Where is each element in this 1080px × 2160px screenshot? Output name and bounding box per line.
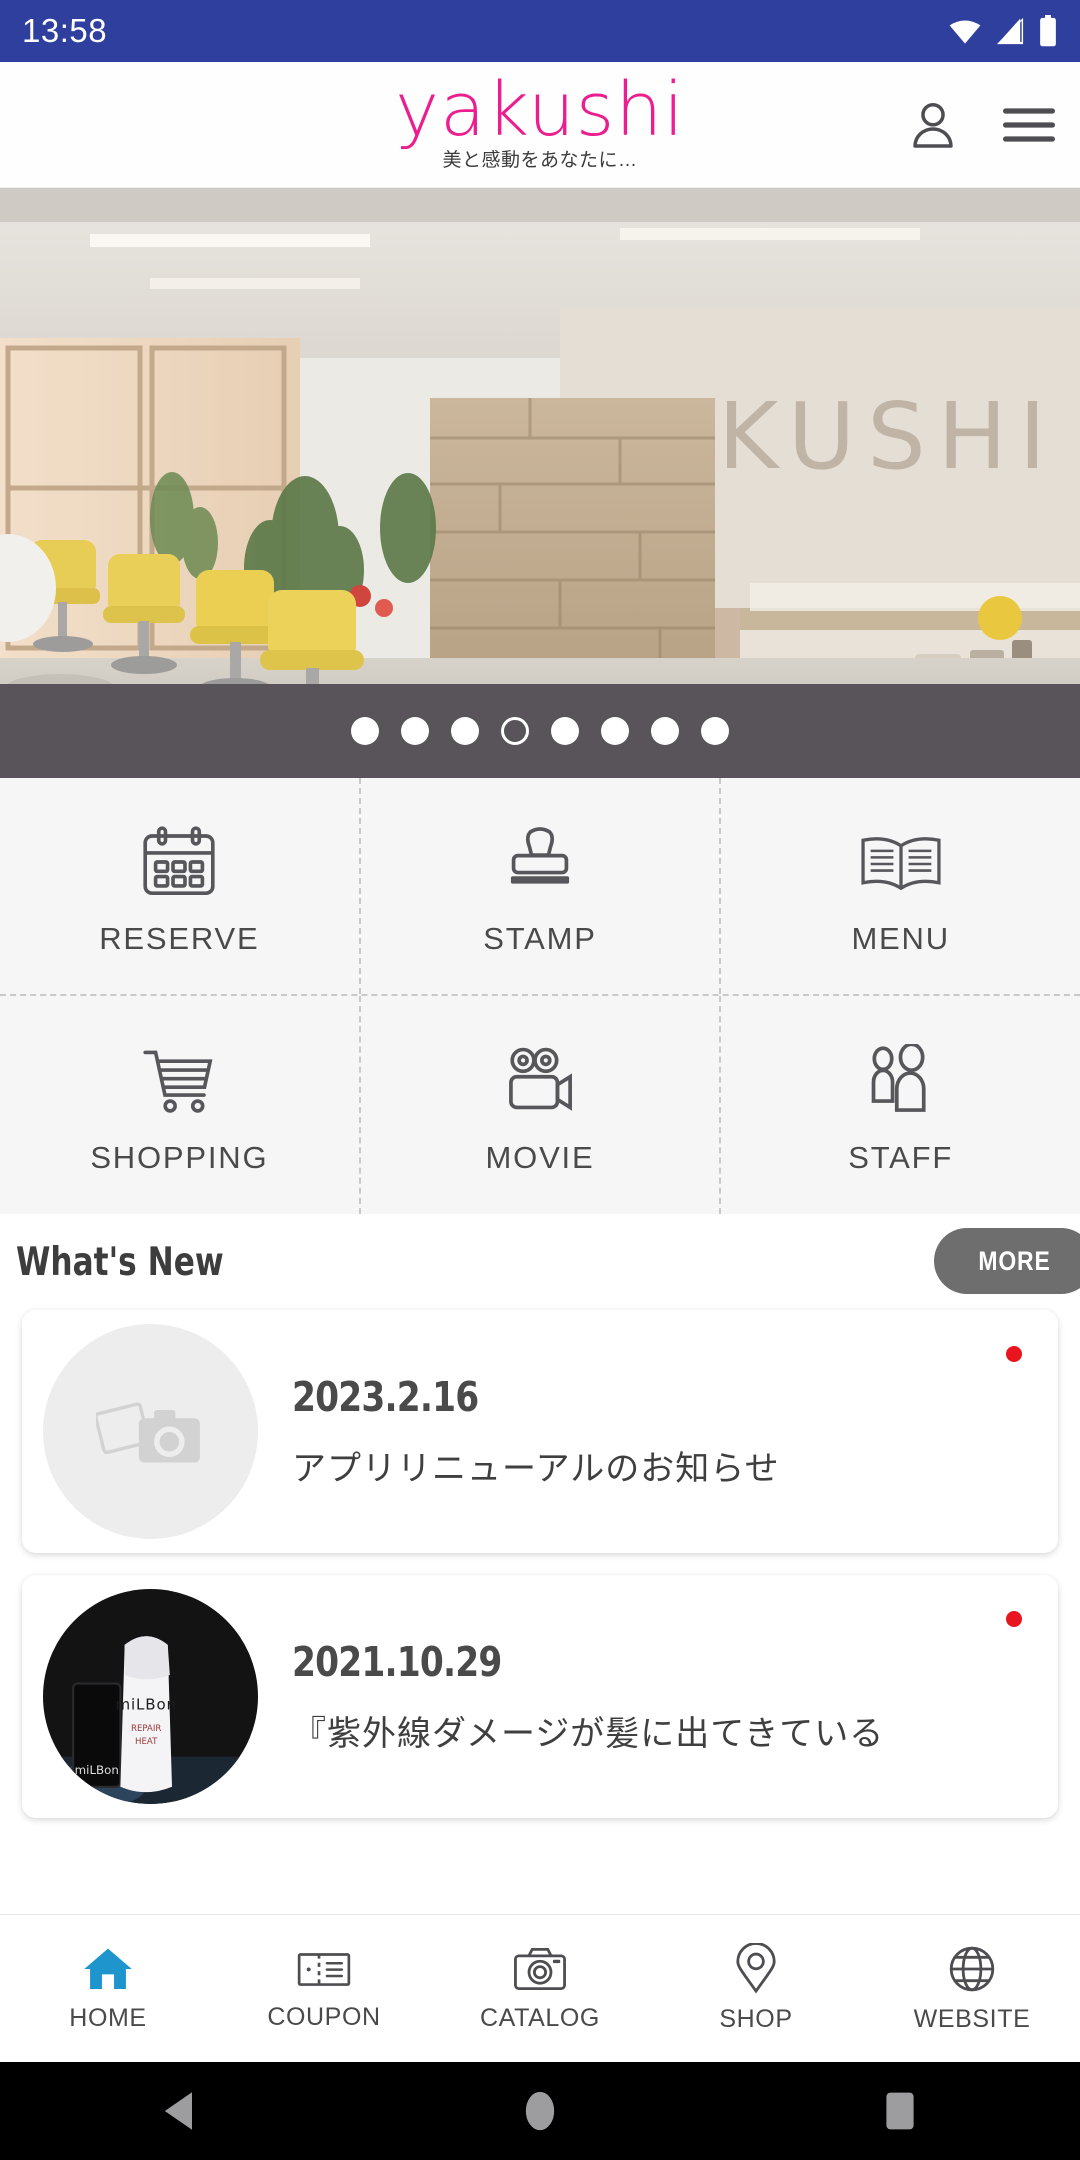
quick-menu-staff[interactable]: STAFF — [719, 996, 1080, 1214]
quick-menu-row-2: SHOPPING MOVIE — [0, 996, 1080, 1214]
camera-icon — [512, 1944, 568, 1994]
location-pin-icon — [731, 1943, 781, 1995]
unread-badge — [1006, 1611, 1022, 1627]
calendar-icon — [140, 815, 218, 899]
carousel-dot[interactable] — [551, 717, 579, 745]
quick-menu-menu[interactable]: MENU — [719, 778, 1080, 994]
news-title: アプリリニューアルのお知らせ — [292, 1441, 998, 1490]
news-title: 『紫外線ダメージが髪に出てきている — [292, 1706, 998, 1755]
svg-text:miLBon: miLBon — [75, 1763, 119, 1777]
nav-item-catalog[interactable]: CATALOG — [432, 1944, 648, 2033]
carousel-dot[interactable] — [701, 717, 729, 745]
movie-camera-icon — [500, 1034, 580, 1118]
nav-label: CATALOG — [480, 2004, 600, 2033]
quick-menu-row-1: RESERVE STAMP — [0, 778, 1080, 996]
signal-icon — [994, 16, 1026, 46]
stamp-icon — [503, 815, 577, 899]
hero-carousel[interactable]: YAKUSHI — [0, 188, 1080, 778]
news-date: 2021.10.29 — [292, 1638, 885, 1686]
globe-icon — [945, 1943, 999, 1995]
logo-wordmark: yakushi — [395, 75, 685, 146]
quick-menu-label: STAMP — [483, 921, 597, 957]
status-clock: 13:58 — [22, 12, 107, 50]
whats-new-header: What's New MORE — [0, 1214, 1080, 1310]
back-button[interactable] — [120, 2062, 240, 2160]
carousel-dots[interactable] — [0, 684, 1080, 778]
app-header: yakushi 美と感動をあなたに… — [0, 62, 1080, 188]
circle-icon — [522, 2088, 558, 2134]
header-actions — [902, 62, 1060, 187]
news-list: 2023.2.16 アプリリニューアルのお知らせ miLBon miLBon R… — [0, 1310, 1080, 1818]
milbon-product-photo: miLBon miLBon REPAIR HEAT — [43, 1589, 258, 1804]
open-book-icon — [858, 815, 944, 899]
quick-menu-label: STAFF — [848, 1140, 953, 1176]
svg-text:REPAIR: REPAIR — [131, 1724, 161, 1734]
android-system-nav — [0, 2062, 1080, 2160]
account-icon[interactable] — [902, 94, 964, 156]
quick-menu-movie[interactable]: MOVIE — [359, 996, 720, 1214]
triangle-left-icon — [159, 2089, 201, 2133]
battery-icon — [1038, 15, 1058, 47]
nav-label: WEBSITE — [914, 2005, 1031, 2034]
carousel-dot[interactable] — [451, 717, 479, 745]
wifi-icon — [948, 17, 982, 45]
quick-menu-shopping[interactable]: SHOPPING — [0, 996, 359, 1214]
quick-menu-stamp[interactable]: STAMP — [359, 778, 720, 994]
nav-label: COUPON — [267, 2003, 380, 2032]
quick-menu-label: RESERVE — [99, 921, 259, 957]
svg-text:HEAT: HEAT — [135, 1737, 158, 1747]
unread-badge — [1006, 1346, 1022, 1362]
quick-menu-label: MOVIE — [486, 1140, 595, 1176]
nav-item-coupon[interactable]: COUPON — [216, 1945, 432, 2032]
quick-menu-label: MENU — [851, 921, 949, 957]
news-date: 2023.2.16 — [292, 1373, 885, 1421]
home-button[interactable] — [480, 2062, 600, 2160]
carousel-dot[interactable] — [501, 717, 529, 745]
quick-menu-reserve[interactable]: RESERVE — [0, 778, 359, 994]
section-title: What's New — [16, 1240, 224, 1285]
carousel-dot[interactable] — [651, 717, 679, 745]
more-button-label: MORE — [978, 1246, 1050, 1277]
shopping-cart-icon — [140, 1034, 218, 1118]
nav-item-website[interactable]: WEBSITE — [864, 1943, 1080, 2034]
square-icon — [882, 2089, 918, 2133]
carousel-dot[interactable] — [401, 717, 429, 745]
home-icon — [80, 1944, 136, 1994]
people-icon — [863, 1034, 939, 1118]
image-placeholder-icon — [96, 1388, 206, 1476]
news-body: 2023.2.16 アプリリニューアルのお知らせ — [258, 1373, 1058, 1490]
more-button[interactable]: MORE — [934, 1228, 1080, 1294]
carousel-dot[interactable] — [601, 717, 629, 745]
news-body: 2021.10.29 『紫外線ダメージが髪に出てきている — [258, 1638, 1058, 1755]
news-thumbnail: miLBon miLBon REPAIR HEAT — [43, 1589, 258, 1804]
svg-text:miLBon: miLBon — [115, 1695, 176, 1713]
status-bar: 13:58 — [0, 0, 1080, 62]
coupon-ticket-icon — [295, 1945, 353, 1993]
nav-item-shop[interactable]: SHOP — [648, 1943, 864, 2034]
news-card[interactable]: 2023.2.16 アプリリニューアルのお知らせ — [22, 1310, 1058, 1553]
recents-button[interactable] — [840, 2062, 960, 2160]
quick-menu-grid: RESERVE STAMP — [0, 778, 1080, 1214]
news-card[interactable]: miLBon miLBon REPAIR HEAT 2021.10.29 『紫外… — [22, 1575, 1058, 1818]
app-screen: 13:58 yakushi 美と感動をあなたに… — [0, 0, 1080, 2160]
nav-label: HOME — [69, 2004, 146, 2033]
hamburger-menu-icon[interactable] — [998, 94, 1060, 156]
news-thumbnail — [43, 1324, 258, 1539]
status-icons — [948, 15, 1058, 47]
carousel-dot[interactable] — [351, 717, 379, 745]
quick-menu-label: SHOPPING — [90, 1140, 268, 1176]
logo-tagline: 美と感動をあなたに… — [442, 145, 637, 172]
bottom-navigation: HOME COUPON CAT — [0, 1914, 1080, 2062]
nav-label: SHOP — [719, 2005, 792, 2034]
nav-item-home[interactable]: HOME — [0, 1944, 216, 2033]
